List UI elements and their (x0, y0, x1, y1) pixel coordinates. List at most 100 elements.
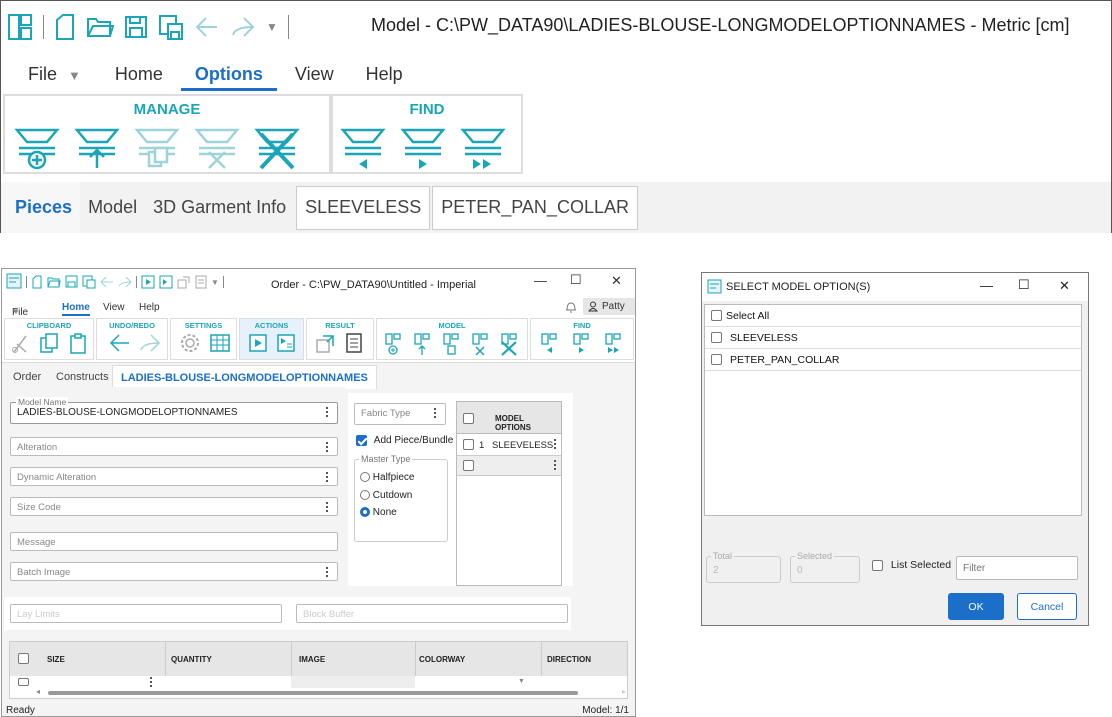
minimize-button[interactable]: — (534, 273, 547, 288)
find-last-icon[interactable] (603, 332, 623, 356)
tab-sleeveless[interactable]: SLEEVELESS (296, 185, 431, 230)
select-all-checkbox[interactable] (711, 310, 722, 321)
run-icon[interactable] (141, 275, 155, 289)
model-options-select-all[interactable] (463, 413, 474, 424)
find-previous-icon[interactable] (339, 124, 387, 170)
report-icon[interactable] (345, 332, 363, 354)
find-next-icon[interactable] (399, 124, 447, 170)
cut-icon[interactable] (11, 332, 29, 354)
table-row[interactable]: ▼ (10, 676, 627, 688)
radio-halfpiece[interactable]: Halfpiece (360, 472, 414, 483)
scrollbar-thumb[interactable] (48, 691, 578, 695)
option-checkbox-sleeveless[interactable] (711, 332, 722, 343)
save-as-icon[interactable] (82, 275, 96, 289)
colorway-dropdown-icon[interactable]: ▼ (518, 678, 525, 685)
save-as-icon[interactable] (158, 13, 184, 41)
dynamic-alteration-field[interactable]: Dynamic Alteration (10, 467, 338, 486)
undo-icon[interactable] (194, 15, 220, 39)
tab-order[interactable]: Order (13, 371, 41, 383)
notification-bell-icon[interactable] (565, 300, 577, 314)
size-code-field[interactable]: Size Code (10, 497, 338, 516)
more-options-icon[interactable] (554, 439, 557, 451)
menu-help[interactable]: Help (366, 64, 403, 85)
tab-constructs[interactable]: Constructs (56, 371, 109, 383)
dialog-minimize-button[interactable]: — (980, 278, 993, 293)
select-all-row[interactable]: Select All (705, 305, 1081, 327)
ok-button[interactable]: OK (948, 593, 1004, 620)
row-checkbox[interactable] (463, 460, 474, 471)
table-settings-icon[interactable] (209, 332, 231, 354)
copy-icon[interactable] (39, 332, 59, 354)
block-buffer-field[interactable]: Block Buffer (296, 604, 568, 623)
open-folder-icon[interactable] (47, 275, 61, 289)
menu-home[interactable]: Home (62, 302, 90, 316)
find-next-icon[interactable] (571, 332, 591, 356)
filter-input[interactable] (956, 556, 1078, 580)
more-options-icon[interactable] (326, 567, 329, 579)
message-field[interactable]: Message (10, 532, 338, 551)
cancel-button[interactable]: Cancel (1017, 593, 1077, 620)
list-item[interactable]: SLEEVELESS (705, 327, 1081, 349)
row-checkbox[interactable] (463, 439, 474, 450)
find-last-icon[interactable] (459, 124, 507, 170)
menu-view[interactable]: View (103, 302, 125, 313)
scroll-right-icon[interactable]: ▸ (622, 687, 626, 696)
copy-option-icon[interactable] (133, 124, 181, 170)
paste-icon[interactable] (69, 332, 89, 354)
layout-icon[interactable] (7, 13, 33, 41)
import-model-icon[interactable] (412, 332, 432, 356)
tab-model-detail[interactable]: LADIES-BLOUSE-LONGMODELOPTIONNAMES (112, 365, 377, 389)
scroll-left-icon[interactable]: ◂ (36, 687, 40, 696)
radio-cutdown-button[interactable] (360, 490, 370, 501)
redo-icon[interactable] (230, 15, 256, 39)
copy-model-icon[interactable] (441, 332, 461, 356)
open-folder-icon[interactable] (86, 14, 114, 40)
qat-dropdown-icon[interactable]: ▼ (211, 278, 219, 287)
radio-none-button[interactable] (360, 507, 370, 518)
batch-image-field[interactable]: Batch Image (10, 562, 338, 581)
dialog-maximize-button[interactable]: ☐ (1018, 277, 1030, 293)
alteration-field[interactable]: Alteration (10, 437, 338, 456)
option-checkbox-peter-pan-collar[interactable] (711, 354, 722, 365)
undo-icon[interactable] (109, 332, 131, 354)
table-row[interactable]: 1 SLEEVELESS (457, 434, 561, 456)
more-options-icon[interactable] (326, 502, 329, 514)
tab-model[interactable]: Model (80, 182, 145, 233)
more-options-icon[interactable] (326, 442, 329, 454)
remove-option-icon[interactable] (193, 124, 241, 170)
list-item[interactable]: PETER_PAN_COLLAR (705, 349, 1081, 371)
list-selected-checkbox[interactable] (872, 559, 883, 571)
play-icon[interactable] (248, 332, 268, 354)
table-row-empty[interactable] (457, 456, 561, 476)
fabric-type-field[interactable]: Fabric Type (354, 403, 446, 425)
more-options-icon[interactable] (434, 408, 437, 420)
export-result-icon[interactable] (315, 332, 335, 354)
size-grid-select-all[interactable] (18, 653, 29, 664)
tab-3d-garment-info[interactable]: 3D Garment Info (145, 182, 294, 233)
save-icon[interactable] (65, 275, 78, 289)
radio-none[interactable]: None (360, 507, 397, 518)
menu-view[interactable]: View (295, 64, 334, 85)
tab-peter-pan-collar[interactable]: PETER_PAN_COLLAR (432, 185, 638, 230)
more-options-icon[interactable] (326, 472, 329, 484)
dialog-close-button[interactable]: ✕ (1059, 278, 1070, 294)
more-options-icon[interactable] (326, 407, 329, 419)
horizontal-scrollbar[interactable]: ◂ ▸ (36, 687, 626, 698)
find-previous-icon[interactable] (539, 332, 559, 356)
radio-halfpiece-button[interactable] (360, 472, 370, 483)
tab-pieces[interactable]: Pieces (1, 182, 81, 233)
delete-all-options-icon[interactable] (253, 124, 301, 170)
menu-options[interactable]: Options (180, 64, 277, 91)
menu-help[interactable]: Help (139, 302, 160, 313)
import-option-icon[interactable] (73, 124, 121, 170)
add-piece-checkbox-row[interactable]: Add Piece/Bundle (356, 435, 453, 446)
radio-cutdown[interactable]: Cutdown (360, 490, 412, 501)
lay-limits-field[interactable]: Lay Limits (10, 604, 282, 623)
more-options-icon[interactable] (554, 460, 557, 472)
save-icon[interactable] (124, 14, 148, 40)
batch-run-icon[interactable] (276, 332, 296, 354)
delete-model-icon[interactable] (499, 332, 519, 356)
maximize-button[interactable]: ☐ (570, 272, 582, 288)
menu-file[interactable]: File ▼ (28, 64, 81, 85)
new-file-icon[interactable] (54, 13, 76, 41)
